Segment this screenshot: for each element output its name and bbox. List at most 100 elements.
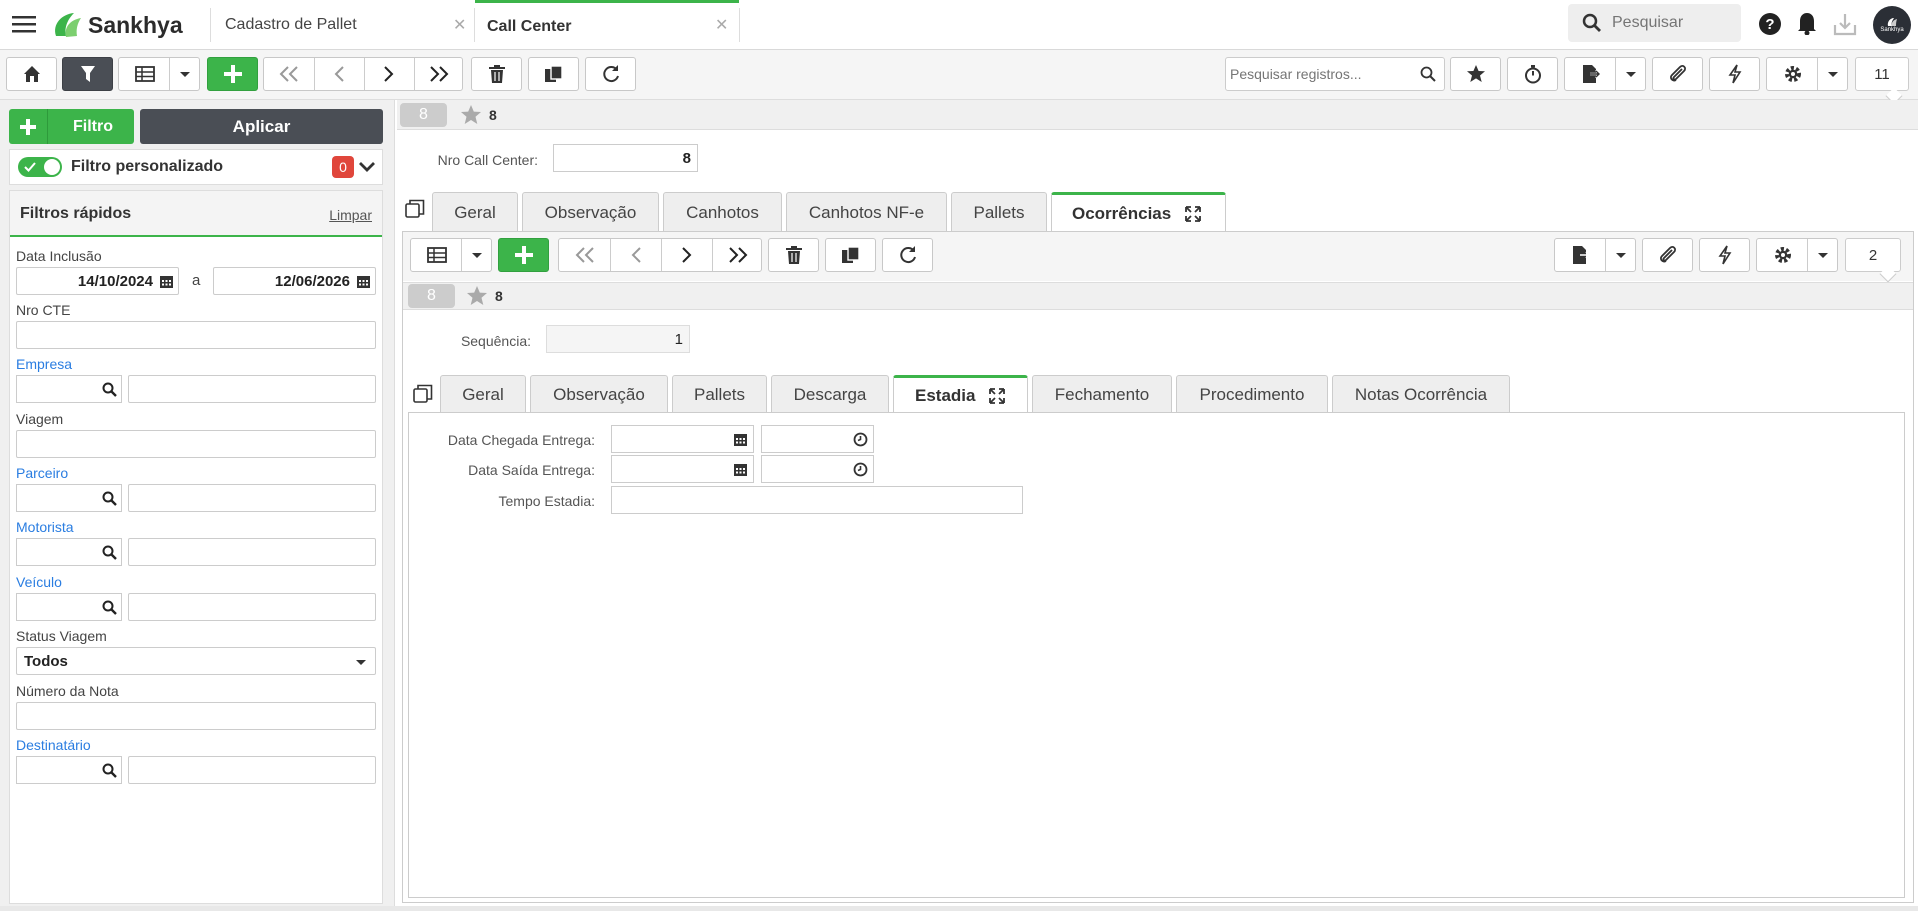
star-icon[interactable] xyxy=(460,104,482,126)
copy-tabs-icon[interactable] xyxy=(405,199,425,219)
sub-actions-button[interactable] xyxy=(1699,238,1750,272)
favorite-button[interactable] xyxy=(1450,57,1501,91)
help-icon[interactable]: ? xyxy=(1758,12,1782,36)
data-chegada-time-input[interactable] xyxy=(761,425,874,453)
actions-button[interactable] xyxy=(1709,57,1760,91)
limpar-link[interactable]: Limpar xyxy=(329,207,372,223)
status-viagem-select[interactable]: Todos xyxy=(16,647,376,675)
delete-button[interactable] xyxy=(471,57,522,91)
destinatario-description-input[interactable] xyxy=(128,756,376,784)
estadia-tab-pallets[interactable]: Pallets xyxy=(672,375,767,413)
search-icon[interactable] xyxy=(102,491,117,506)
sub-first-button[interactable] xyxy=(559,239,610,271)
estadia-tab-descarga[interactable]: Descarga xyxy=(771,375,889,413)
motorista-code-input[interactable] xyxy=(16,538,122,566)
star-icon[interactable] xyxy=(466,285,488,307)
data-inclusao-from-input[interactable]: 14/10/2024 xyxy=(16,267,179,295)
tab-pallets[interactable]: Pallets xyxy=(951,192,1047,232)
chevron-down-icon[interactable] xyxy=(1615,252,1627,260)
clock-icon[interactable] xyxy=(853,432,868,447)
attach-button[interactable] xyxy=(1652,57,1703,91)
first-record-button[interactable] xyxy=(264,58,314,90)
tab-canhotos[interactable]: Canhotos xyxy=(663,192,782,232)
sub-attach-button[interactable] xyxy=(1642,238,1693,272)
motorista-label[interactable]: Motorista xyxy=(16,519,74,535)
chevron-down-icon[interactable] xyxy=(179,71,191,79)
sub-duplicate-button[interactable] xyxy=(825,238,876,272)
timer-button[interactable] xyxy=(1507,57,1558,91)
aplicar-button[interactable]: Aplicar xyxy=(140,109,383,144)
home-button[interactable] xyxy=(6,57,57,91)
destinatario-label[interactable]: Destinatário xyxy=(16,737,91,753)
parceiro-label[interactable]: Parceiro xyxy=(16,465,68,481)
refresh-button[interactable] xyxy=(585,57,636,91)
expand-icon[interactable] xyxy=(1185,205,1202,222)
last-record-button[interactable] xyxy=(414,58,464,90)
search-icon[interactable] xyxy=(102,763,117,778)
calendar-icon[interactable] xyxy=(733,462,748,477)
records-search[interactable] xyxy=(1225,57,1445,91)
empresa-code-input[interactable] xyxy=(16,375,122,403)
destinatario-code-input[interactable] xyxy=(16,756,122,784)
estadia-tab-fechamento[interactable]: Fechamento xyxy=(1032,375,1172,413)
bell-icon[interactable] xyxy=(1796,11,1818,35)
data-saida-time-input[interactable] xyxy=(761,455,874,483)
calendar-icon[interactable] xyxy=(159,274,174,289)
previous-record-button[interactable] xyxy=(314,58,364,90)
sub-export-button[interactable] xyxy=(1554,238,1636,272)
calendar-icon[interactable] xyxy=(356,274,371,289)
parceiro-code-input[interactable] xyxy=(16,484,122,512)
filter-toggle-button[interactable] xyxy=(62,57,113,91)
chevron-down-icon[interactable] xyxy=(1817,252,1829,260)
tab-observacao[interactable]: Observação xyxy=(522,192,659,232)
chevron-down-icon[interactable] xyxy=(1827,71,1839,79)
parceiro-description-input[interactable] xyxy=(128,484,376,512)
chevron-down-icon[interactable] xyxy=(1625,71,1637,79)
motorista-description-input[interactable] xyxy=(128,538,376,566)
sub-delete-button[interactable] xyxy=(768,238,819,272)
avatar[interactable]: Sankhya xyxy=(1873,6,1911,44)
close-icon[interactable]: ✕ xyxy=(715,15,728,35)
data-saida-date-input[interactable] xyxy=(611,455,754,483)
filtro-personalizado-toggle[interactable] xyxy=(18,157,62,177)
sub-refresh-button[interactable] xyxy=(882,238,933,272)
search-input[interactable] xyxy=(1612,14,1732,32)
calendar-icon[interactable] xyxy=(733,432,748,447)
data-chegada-date-input[interactable] xyxy=(611,425,754,453)
tab-geral[interactable]: Geral xyxy=(432,192,518,232)
download-icon[interactable] xyxy=(1832,11,1858,37)
filtro-button[interactable]: Filtro xyxy=(9,109,134,144)
global-search[interactable] xyxy=(1568,4,1741,42)
search-icon[interactable] xyxy=(1420,66,1436,82)
bottom-scrollbar[interactable] xyxy=(0,906,1918,911)
estadia-tab-notas-ocorrencia[interactable]: Notas Ocorrência xyxy=(1332,375,1510,413)
export-button[interactable] xyxy=(1564,57,1646,91)
duplicate-button[interactable] xyxy=(528,57,579,91)
sub-add-button[interactable] xyxy=(498,238,549,272)
clock-icon[interactable] xyxy=(853,462,868,477)
chevron-down-icon[interactable] xyxy=(358,161,376,173)
empresa-label[interactable]: Empresa xyxy=(16,356,72,372)
tempo-estadia-input[interactable] xyxy=(611,486,1023,514)
estadia-tab-procedimento[interactable]: Procedimento xyxy=(1176,375,1328,413)
estadia-tab-estadia[interactable]: Estadia xyxy=(893,375,1028,413)
chevron-down-icon[interactable] xyxy=(471,252,483,260)
records-search-input[interactable] xyxy=(1230,66,1410,82)
search-icon[interactable] xyxy=(102,600,117,615)
nro-cte-input[interactable] xyxy=(16,321,376,349)
sankhya-logo[interactable]: Sankhya xyxy=(50,10,183,40)
veiculo-label[interactable]: Veículo xyxy=(16,574,62,590)
sub-grid-view-button[interactable] xyxy=(410,238,492,272)
nro-call-center-input[interactable]: 8 xyxy=(553,144,698,172)
add-button[interactable] xyxy=(207,57,258,91)
tab-cadastro-de-pallet[interactable]: Cadastro de Pallet ✕ xyxy=(210,0,474,50)
sub-next-button[interactable] xyxy=(661,239,712,271)
expand-icon[interactable] xyxy=(989,387,1006,404)
sub-previous-button[interactable] xyxy=(610,239,661,271)
veiculo-code-input[interactable] xyxy=(16,593,122,621)
settings-button[interactable] xyxy=(1766,57,1848,91)
tab-call-center[interactable]: Call Center ✕ xyxy=(475,0,739,50)
search-icon[interactable] xyxy=(102,545,117,560)
numero-nota-input[interactable] xyxy=(16,702,376,730)
close-icon[interactable]: ✕ xyxy=(453,15,466,35)
